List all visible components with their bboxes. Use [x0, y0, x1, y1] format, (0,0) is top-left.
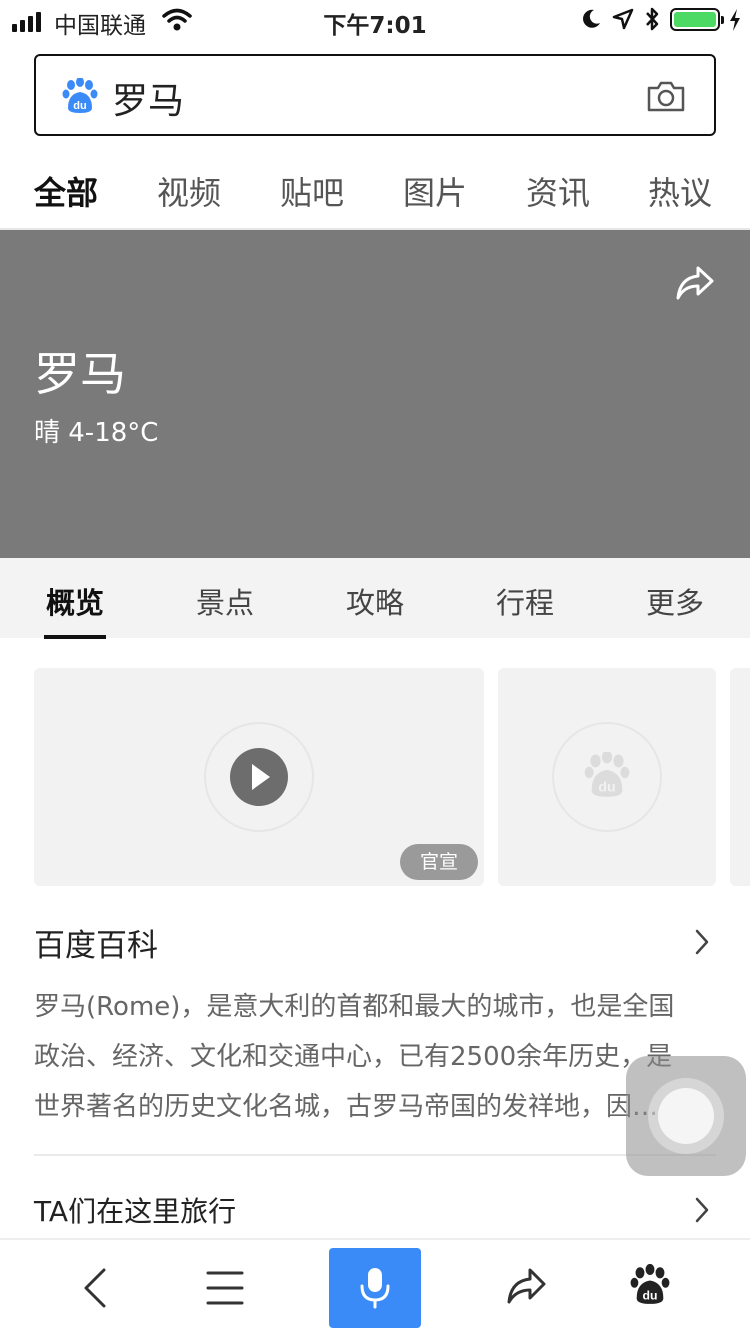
baidu-paw-icon[interactable]: du: [630, 1263, 670, 1310]
charging-icon: [728, 8, 742, 36]
location-arrow-icon: [612, 8, 634, 34]
tab-all[interactable]: 全部: [34, 168, 99, 238]
subtab-itinerary[interactable]: 行程: [496, 580, 554, 622]
tab-tieba[interactable]: 贴吧: [280, 168, 344, 214]
baidu-paw-icon: du: [584, 750, 630, 802]
bottom-toolbar: du: [0, 1238, 750, 1334]
weather-summary: 晴 4-18°C: [34, 418, 159, 448]
bluetooth-icon: [644, 6, 660, 36]
voice-search-button[interactable]: [329, 1248, 421, 1328]
share-icon[interactable]: [504, 1266, 548, 1310]
status-bar: 中国联通 下午7:01: [0, 0, 750, 40]
microphone-icon: [359, 1266, 391, 1314]
baike-section-title[interactable]: 百度百科: [34, 920, 158, 965]
baike-summary[interactable]: 罗马(Rome)，是意大利的首都和最大的城市，也是全国 政治、经济、文化和交通中…: [34, 982, 718, 1132]
svg-text:du: du: [598, 779, 615, 795]
tab-news[interactable]: 资讯: [526, 168, 590, 214]
svg-text:du: du: [73, 100, 86, 112]
city-name: 罗马: [34, 347, 126, 401]
svg-text:du: du: [643, 1288, 658, 1302]
menu-icon[interactable]: [206, 1270, 244, 1310]
subtab-more[interactable]: 更多: [646, 580, 704, 622]
category-tabs: 全部 视频 贴吧 图片 资讯 热议: [0, 160, 750, 238]
battery-icon: [670, 8, 724, 31]
tab-video[interactable]: 视频: [157, 168, 221, 214]
city-hero-banner: 罗马 晴 4-18°C: [0, 230, 750, 558]
share-icon[interactable]: [674, 264, 716, 306]
back-icon[interactable]: [80, 1266, 110, 1314]
image-card-partial[interactable]: [730, 668, 750, 886]
camera-icon[interactable]: [646, 78, 686, 118]
travel-subtabs: 概览 景点 攻略 行程 更多: [0, 558, 750, 639]
subtab-attractions[interactable]: 景点: [196, 580, 254, 622]
baidu-paw-icon: du: [62, 77, 98, 118]
travelers-section-title[interactable]: TA们在这里旅行: [34, 1190, 236, 1230]
search-box[interactable]: du 罗马: [34, 54, 716, 136]
clock: 下午7:01: [323, 13, 427, 39]
baike-line: 世界著名的历史文化名城，古罗马帝国的发祥地，因…: [34, 1092, 659, 1122]
play-icon[interactable]: [230, 748, 288, 806]
moon-icon: [580, 8, 602, 34]
tab-discussion[interactable]: 热议: [648, 168, 712, 214]
tab-images[interactable]: 图片: [403, 168, 467, 214]
subtab-guides[interactable]: 攻略: [346, 580, 404, 622]
chevron-right-icon[interactable]: [692, 928, 712, 960]
chevron-right-icon[interactable]: [692, 1196, 712, 1228]
divider: [34, 1154, 716, 1156]
subtab-overview[interactable]: 概览: [43, 580, 107, 639]
baike-line: 罗马(Rome)，是意大利的首都和最大的城市，也是全国: [34, 992, 675, 1022]
search-query[interactable]: 罗马: [112, 72, 184, 124]
image-card[interactable]: du: [498, 668, 716, 886]
official-tag: 官宣: [400, 844, 478, 880]
baike-line: 政治、经济、文化和交通中心，已有2500余年历史，是: [34, 1042, 673, 1072]
video-card[interactable]: 官宣: [34, 668, 484, 886]
assistive-touch-button[interactable]: [626, 1056, 746, 1176]
